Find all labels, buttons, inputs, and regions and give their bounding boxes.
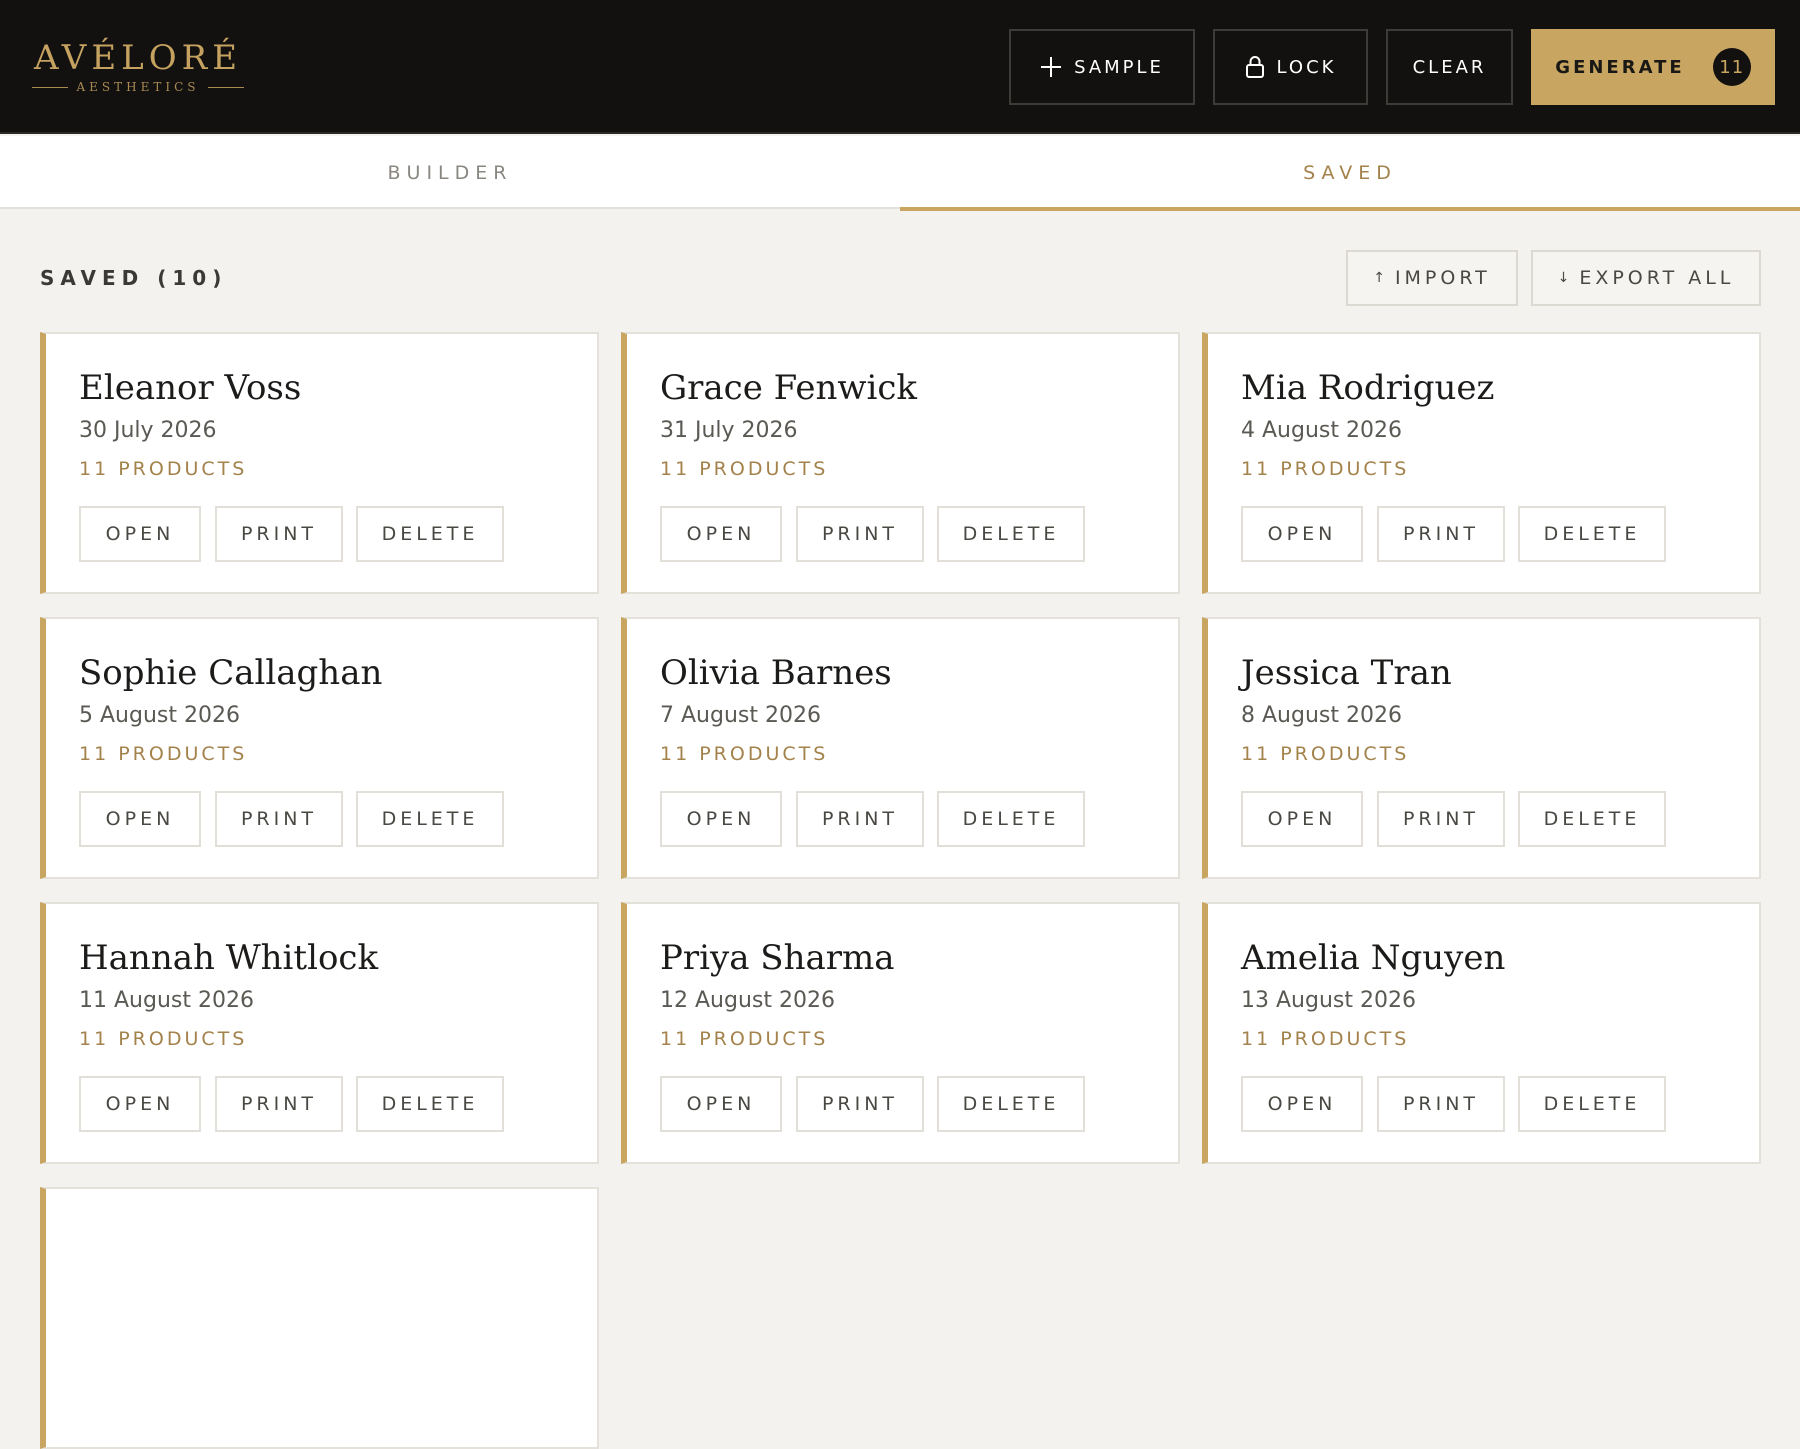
product-count: 11 PRODUCTS <box>1241 743 1410 765</box>
product-count: 11 PRODUCTS <box>660 458 829 480</box>
saved-date: 7 August 2026 <box>660 703 821 728</box>
print-button[interactable]: PRINT <box>1377 506 1505 562</box>
saved-date: 4 August 2026 <box>1241 418 1402 443</box>
import-button-label: IMPORT <box>1394 267 1491 289</box>
product-count: 11 PRODUCTS <box>79 458 248 480</box>
tab-builder[interactable]: BUILDER <box>0 136 900 209</box>
client-name: Mia Rodriguez <box>1241 368 1495 408</box>
saved-card: Olivia Barnes 7 August 2026 11 PRODUCTS OPE… <box>621 617 1180 879</box>
generate-button-label: GENERATE <box>1555 56 1685 78</box>
client-name: Hannah Whitlock <box>79 938 379 978</box>
brand-tagline-row: AESTHETICS <box>32 80 244 94</box>
client-name: Jessica Tran <box>1241 653 1452 693</box>
saved-date: 30 July 2026 <box>79 418 217 443</box>
generate-count-badge: 11 <box>1712 48 1751 86</box>
print-button[interactable]: PRINT <box>215 791 343 847</box>
tagline-rule-left <box>32 86 69 88</box>
generate-button[interactable]: GENERATE 11 <box>1531 29 1775 105</box>
saved-date: 13 August 2026 <box>1241 988 1416 1013</box>
saved-date: 5 August 2026 <box>79 703 240 728</box>
print-button[interactable]: PRINT <box>215 506 343 562</box>
sample-button-label: SAMPLE <box>1074 56 1164 78</box>
tab-saved[interactable]: SAVED <box>900 136 1800 211</box>
print-button[interactable]: PRINT <box>796 506 924 562</box>
sample-button[interactable]: SAMPLE <box>1009 29 1195 105</box>
open-button[interactable]: OPEN <box>79 506 201 562</box>
lock-icon <box>1245 55 1265 79</box>
saved-date: 31 July 2026 <box>660 418 798 443</box>
product-count: 11 PRODUCTS <box>660 1028 829 1050</box>
open-button[interactable]: OPEN <box>79 1076 201 1132</box>
product-count: 11 PRODUCTS <box>660 743 829 765</box>
saved-card: Sophie Callaghan 5 August 2026 11 PRODUCTS… <box>40 617 599 879</box>
arrow-down-icon: ↓ <box>1557 270 1570 286</box>
saved-date: 12 August 2026 <box>660 988 835 1013</box>
top-header: AVÉLORÉ AESTHETICS SAMPLE LOCK CLEAR GEN… <box>0 0 1800 134</box>
tagline-rule-right <box>207 86 244 88</box>
open-button[interactable]: OPEN <box>660 1076 782 1132</box>
saved-card: Mia Rodriguez 4 August 2026 11 PRODUCTS OPE… <box>1202 332 1761 594</box>
delete-button[interactable]: DELETE <box>356 791 504 847</box>
client-name: Olivia Barnes <box>660 653 892 693</box>
saved-card: Priya Sharma 12 August 2026 11 PRODUCTS OPE… <box>621 902 1180 1164</box>
delete-button[interactable]: DELETE <box>356 1076 504 1132</box>
saved-card: Jessica Tran 8 August 2026 11 PRODUCTS OPEN… <box>1202 617 1761 879</box>
brand-name: AVÉLORÉ <box>33 38 243 78</box>
view-tabs: BUILDER SAVED <box>0 136 1800 211</box>
saved-card: Hannah Whitlock 11 August 2026 11 PRODUCTS… <box>40 902 599 1164</box>
print-button[interactable]: PRINT <box>796 1076 924 1132</box>
import-button[interactable]: ↑ IMPORT <box>1346 250 1518 306</box>
arrow-up-icon: ↑ <box>1373 270 1385 286</box>
product-count: 11 PRODUCTS <box>79 743 248 765</box>
delete-button[interactable]: DELETE <box>1518 791 1666 847</box>
client-name: Amelia Nguyen <box>1241 938 1506 978</box>
print-button[interactable]: PRINT <box>1377 1076 1505 1132</box>
clear-button-label: CLEAR <box>1412 56 1487 78</box>
saved-card-partial <box>40 1187 599 1449</box>
print-button[interactable]: PRINT <box>215 1076 343 1132</box>
print-button[interactable]: PRINT <box>1377 791 1505 847</box>
delete-button[interactable]: DELETE <box>937 791 1085 847</box>
open-button[interactable]: OPEN <box>1241 791 1363 847</box>
open-button[interactable]: OPEN <box>660 506 782 562</box>
open-button[interactable]: OPEN <box>1241 1076 1363 1132</box>
delete-button[interactable]: DELETE <box>1518 1076 1666 1132</box>
saved-date: 8 August 2026 <box>1241 703 1402 728</box>
brand-tagline: AESTHETICS <box>76 80 200 94</box>
saved-date: 11 August 2026 <box>79 988 254 1013</box>
print-button[interactable]: PRINT <box>796 791 924 847</box>
lock-button[interactable]: LOCK <box>1213 29 1368 105</box>
client-name: Eleanor Voss <box>79 368 302 408</box>
saved-card: Amelia Nguyen 13 August 2026 11 PRODUCTS OP… <box>1202 902 1761 1164</box>
saved-card: Eleanor Voss 30 July 2026 11 PRODUCTS OPEN P… <box>40 332 599 594</box>
plus-icon <box>1040 56 1062 78</box>
delete-button[interactable]: DELETE <box>937 1076 1085 1132</box>
brand-logo: AVÉLORÉ AESTHETICS <box>32 38 244 94</box>
delete-button[interactable]: DELETE <box>356 506 504 562</box>
delete-button[interactable]: DELETE <box>1518 506 1666 562</box>
export-all-button[interactable]: ↓ EXPORT ALL <box>1531 250 1761 306</box>
client-name: Priya Sharma <box>660 938 895 978</box>
product-count: 11 PRODUCTS <box>1241 1028 1410 1050</box>
product-count: 11 PRODUCTS <box>1241 458 1410 480</box>
clear-button[interactable]: CLEAR <box>1386 29 1513 105</box>
saved-card: Grace Fenwick 31 July 2026 11 PRODUCTS OPEN… <box>621 332 1180 594</box>
product-count: 11 PRODUCTS <box>79 1028 248 1050</box>
client-name: Grace Fenwick <box>660 368 918 408</box>
delete-button[interactable]: DELETE <box>937 506 1085 562</box>
lock-button-label: LOCK <box>1276 56 1337 78</box>
open-button[interactable]: OPEN <box>1241 506 1363 562</box>
export-all-button-label: EXPORT ALL <box>1579 267 1735 289</box>
open-button[interactable]: OPEN <box>660 791 782 847</box>
client-name: Sophie Callaghan <box>79 653 383 693</box>
saved-section-title: SAVED (10) <box>40 266 228 290</box>
open-button[interactable]: OPEN <box>79 791 201 847</box>
